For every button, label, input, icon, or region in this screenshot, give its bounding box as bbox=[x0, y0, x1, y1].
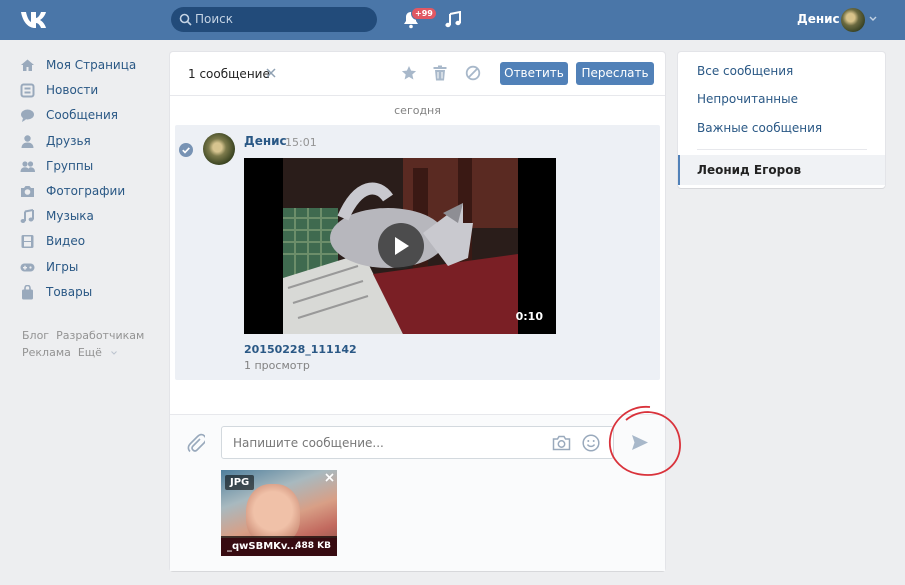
video-views: 1 просмотр bbox=[244, 359, 310, 372]
top-bar: Поиск +99 Денис bbox=[0, 0, 905, 40]
camera-icon bbox=[21, 185, 34, 197]
dialog-name: Леонид Егоров bbox=[697, 163, 802, 177]
sidebar-item-photos[interactable]: Фотографии bbox=[20, 180, 160, 205]
message-avatar[interactable] bbox=[203, 133, 235, 165]
sidebar-item-label: Группы bbox=[46, 158, 94, 173]
search-icon bbox=[179, 13, 192, 26]
sidebar-item-goods[interactable]: Товары bbox=[20, 281, 160, 306]
day-separator: сегодня bbox=[394, 104, 441, 117]
sidebar-item-label: Новости bbox=[46, 83, 99, 98]
dialog-item-selected[interactable]: Леонид Егоров bbox=[678, 155, 885, 185]
messages-icon bbox=[21, 109, 34, 123]
sidebar-item-label: Видео bbox=[46, 234, 86, 249]
selection-toolbar: 1 сообщение Ответить Переслать bbox=[170, 52, 665, 96]
message-time: 15:01 bbox=[285, 136, 317, 149]
close-icon[interactable] bbox=[325, 473, 334, 482]
sidebar-item-label: Друзья bbox=[46, 133, 91, 148]
message-item[interactable]: Денис 15:01 0:10 20150228_111142 1 просм… bbox=[175, 125, 660, 380]
divider bbox=[697, 149, 867, 150]
search-box[interactable]: Поиск bbox=[171, 7, 377, 32]
user-name[interactable]: Денис bbox=[797, 12, 840, 26]
conversation-panel: 1 сообщение Ответить Переслать сегодня Д… bbox=[170, 52, 681, 571]
sidebar-item-games[interactable]: Игры bbox=[20, 256, 160, 281]
filter-all-messages[interactable]: Все сообщения bbox=[697, 64, 793, 78]
reply-button[interactable]: Ответить bbox=[500, 62, 568, 85]
groups-icon bbox=[20, 161, 35, 172]
file-size: 488 KB bbox=[295, 541, 331, 551]
messages-filter-panel: Все сообщения Непрочитанные Важные сообщ… bbox=[678, 52, 885, 188]
selected-count: 1 сообщение bbox=[188, 67, 270, 81]
notifications-badge: +99 bbox=[411, 7, 437, 20]
sidebar-item-friends[interactable]: Друзья bbox=[20, 130, 160, 155]
music-icon bbox=[20, 209, 34, 224]
message-input[interactable]: Напишите сообщение... bbox=[221, 426, 614, 459]
filter-important[interactable]: Важные сообщения bbox=[697, 121, 822, 135]
vk-logo-icon[interactable] bbox=[20, 9, 54, 31]
news-icon bbox=[20, 83, 35, 98]
check-icon[interactable] bbox=[179, 143, 193, 157]
footer-link-more[interactable]: Ещё bbox=[78, 346, 117, 359]
video-title[interactable]: 20150228_111142 bbox=[244, 343, 357, 356]
paperclip-icon[interactable] bbox=[187, 433, 205, 453]
chevron-down-icon[interactable] bbox=[869, 16, 877, 22]
bag-icon bbox=[22, 284, 33, 300]
sidebar-item-label: Товары bbox=[46, 284, 93, 299]
video-attachment[interactable]: 0:10 bbox=[244, 158, 556, 334]
search-placeholder: Поиск bbox=[195, 12, 234, 26]
home-icon bbox=[21, 59, 34, 71]
file-name: _qwSBMKv... bbox=[227, 541, 299, 552]
sidebar-item-messages[interactable]: Сообщения bbox=[20, 104, 160, 129]
photo-attachment[interactable]: JPG _qwSBMKv... 488 KB bbox=[221, 470, 337, 556]
sidebar-item-music[interactable]: Музыка bbox=[20, 205, 160, 230]
block-icon[interactable] bbox=[465, 65, 481, 81]
filter-unread[interactable]: Непрочитанные bbox=[697, 92, 798, 106]
video-icon bbox=[21, 235, 34, 249]
friend-icon bbox=[21, 134, 34, 148]
footer-link-ads[interactable]: Реклама bbox=[22, 346, 71, 359]
gamepad-icon bbox=[20, 263, 35, 271]
sidebar-item-video[interactable]: Видео bbox=[20, 230, 160, 255]
file-type-badge: JPG bbox=[225, 475, 255, 490]
play-button[interactable] bbox=[378, 223, 424, 269]
chevron-down-icon bbox=[111, 351, 117, 355]
footer-link-blog[interactable]: Блог bbox=[22, 329, 49, 342]
sidebar-item-my-page[interactable]: Моя Страница bbox=[20, 54, 160, 79]
message-author[interactable]: Денис bbox=[244, 134, 287, 148]
star-icon[interactable] bbox=[401, 65, 417, 81]
forward-button[interactable]: Переслать bbox=[576, 62, 654, 85]
left-menu: Моя Страница Новости Сообщения Друзья Гр… bbox=[20, 54, 160, 306]
trash-icon[interactable] bbox=[433, 65, 447, 81]
sidebar-item-label: Сообщения bbox=[46, 108, 119, 123]
footer-link-developers[interactable]: Разработчикам bbox=[56, 329, 144, 342]
sidebar-item-news[interactable]: Новости bbox=[20, 79, 160, 104]
footer-link-more-label: Ещё bbox=[77, 346, 102, 359]
photo-subject bbox=[246, 484, 300, 544]
user-avatar[interactable] bbox=[841, 8, 865, 32]
sidebar-item-label: Фотографии bbox=[46, 183, 126, 198]
annotation-circle bbox=[609, 406, 681, 476]
left-footer: Блог Разработчикам Реклама Ещё bbox=[22, 327, 172, 361]
camera-icon[interactable] bbox=[552, 435, 571, 451]
sidebar-item-groups[interactable]: Группы bbox=[20, 155, 160, 180]
message-input-placeholder: Напишите сообщение... bbox=[233, 436, 384, 450]
sidebar-item-label: Музыка bbox=[46, 209, 94, 224]
play-icon bbox=[395, 237, 409, 255]
sidebar-item-label: Игры bbox=[46, 259, 79, 274]
video-duration: 0:10 bbox=[515, 310, 543, 323]
close-icon[interactable] bbox=[266, 68, 276, 78]
music-icon[interactable] bbox=[444, 11, 462, 29]
sidebar-item-label: Моя Страница bbox=[46, 58, 137, 72]
